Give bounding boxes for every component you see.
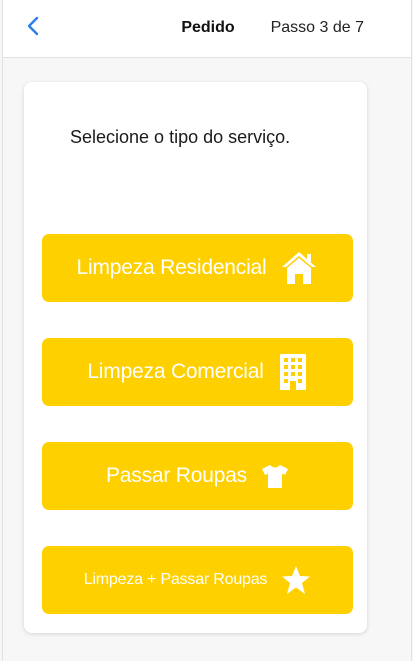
cleaning-plus-ironing-button[interactable]: Limpeza + Passar Roupas: [42, 546, 353, 614]
app-frame: Pedido Passo 3 de 7 Selecione o tipo do …: [2, 0, 412, 661]
service-prompt: Selecione o tipo do serviço.: [70, 127, 291, 147]
service-card: Selecione o tipo do serviço. Limpeza Res…: [24, 82, 367, 633]
service-label: Limpeza Residencial: [76, 256, 267, 279]
service-label: Passar Roupas: [106, 464, 247, 487]
commercial-cleaning-button[interactable]: Limpeza Comercial: [42, 338, 353, 406]
service-label: Limpeza + Passar Roupas: [83, 571, 268, 588]
shirt-icon: [261, 463, 289, 489]
service-label: Limpeza Comercial: [87, 360, 264, 383]
residential-cleaning-button[interactable]: Limpeza Residencial: [42, 234, 353, 302]
ironing-button[interactable]: Passar Roupas: [42, 442, 353, 510]
header: Pedido Passo 3 de 7: [3, 0, 411, 58]
page-title: Pedido: [181, 19, 235, 36]
chevron-left-icon: [26, 16, 40, 41]
star-icon: [281, 565, 311, 595]
back-button[interactable]: [21, 16, 45, 40]
house-icon: [280, 249, 318, 287]
step-indicator: Passo 3 de 7: [270, 19, 364, 36]
building-icon: [278, 353, 308, 391]
